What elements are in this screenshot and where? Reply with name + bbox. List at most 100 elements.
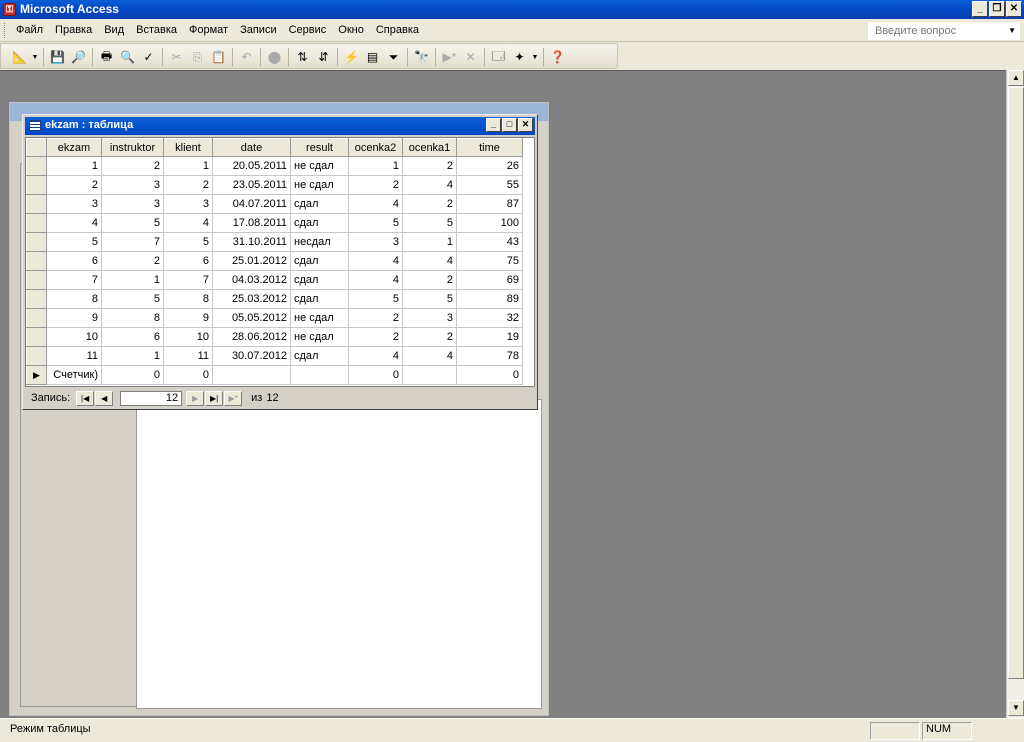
filter-by-selection-icon[interactable]: ⚡ [341,47,362,67]
table-row[interactable]: 9 8 9 05.05.2012 не сдал 2 3 32 [26,308,523,328]
find-icon[interactable]: 🔭 [411,47,432,67]
datasheet-grid[interactable]: ekzam instruktor klient date result ocen… [25,137,535,387]
cell-ekzam[interactable]: 7 [46,270,102,290]
cell-result[interactable]: не сдал [290,327,349,347]
select-all-corner[interactable] [26,138,47,157]
row-selector[interactable] [26,251,47,271]
column-header-time[interactable]: time [456,138,523,157]
cell-date[interactable]: 05.05.2012 [212,308,291,328]
column-header-instruktor[interactable]: instruktor [101,138,164,157]
new-record-nav-icon[interactable]: ▶* [224,390,243,406]
cell-ekzam[interactable]: 1 [46,156,102,176]
cell-date[interactable]: 31.10.2011 [212,232,291,252]
table-maximize-button[interactable]: □ [502,118,517,132]
new-object-dropdown-icon[interactable]: ▼ [530,47,540,67]
row-selector[interactable] [26,346,47,366]
previous-record-icon[interactable]: ◀ [95,390,114,406]
cell-klient[interactable]: 8 [163,289,213,309]
cell-klient[interactable]: 9 [163,308,213,328]
row-selector[interactable] [26,289,47,309]
row-selector[interactable] [26,175,47,195]
cell-instruktor[interactable]: 1 [101,346,164,366]
cell-result[interactable]: не сдал [290,175,349,195]
cell-instruktor[interactable]: 3 [101,175,164,195]
restore-button[interactable]: ❐ [989,1,1005,17]
cell-ocenka1[interactable]: 5 [402,213,457,233]
table-row[interactable]: 8 5 8 25.03.2012 сдал 5 5 89 [26,289,523,309]
cell-klient[interactable]: 7 [163,270,213,290]
current-record-arrow-icon[interactable]: ▶ [26,365,47,385]
cell-klient[interactable]: 5 [163,232,213,252]
cell-ocenka1[interactable]: 4 [402,175,457,195]
menu-format[interactable]: Формат [183,23,234,37]
cell-klient[interactable]: 6 [163,251,213,271]
cell-time[interactable]: 78 [456,346,523,366]
cell-time[interactable]: 89 [456,289,523,309]
cell-ocenka2[interactable]: 2 [348,175,403,195]
save-icon[interactable]: 💾 [47,47,68,67]
cell-instruktor[interactable]: 5 [101,289,164,309]
new-cell-klient[interactable]: 0 [163,365,213,385]
table-window[interactable]: ekzam : таблица _ □ ✕ ekzam instruktor k… [22,114,538,410]
cell-date[interactable]: 04.07.2011 [212,194,291,214]
new-cell-ocenka2[interactable]: 0 [348,365,403,385]
apply-filter-icon[interactable]: ⏷ [383,47,404,67]
vertical-scrollbar[interactable]: ▲ ▼ [1006,70,1024,718]
cell-result[interactable]: не сдал [290,156,349,176]
cell-instruktor[interactable]: 2 [101,156,164,176]
copy-icon[interactable]: ⎘ [187,47,208,67]
table-row[interactable]: 4 5 4 17.08.2011 сдал 5 5 100 [26,213,523,233]
print-preview-icon[interactable]: 🔍 [117,47,138,67]
column-header-date[interactable]: date [212,138,291,157]
row-selector[interactable] [26,327,47,347]
table-window-titlebar[interactable]: ekzam : таблица _ □ ✕ [25,117,535,135]
row-selector[interactable] [26,308,47,328]
cell-klient[interactable]: 2 [163,175,213,195]
cell-ekzam[interactable]: 5 [46,232,102,252]
undo-icon[interactable]: ↶ [236,47,257,67]
scroll-down-icon[interactable]: ▼ [1008,700,1024,716]
cell-klient[interactable]: 4 [163,213,213,233]
table-row[interactable]: 11 1 11 30.07.2012 сдал 4 4 78 [26,346,523,366]
cell-ocenka1[interactable]: 2 [402,327,457,347]
new-record-icon[interactable]: ▶* [439,47,460,67]
cell-result[interactable]: сдал [290,194,349,214]
cell-instruktor[interactable]: 1 [101,270,164,290]
next-record-icon[interactable]: ▶ [186,390,205,406]
cell-date[interactable]: 04.03.2012 [212,270,291,290]
cell-ekzam[interactable]: 6 [46,251,102,271]
cell-ekzam[interactable]: 10 [46,327,102,347]
table-minimize-button[interactable]: _ [486,118,501,132]
database-objects-list[interactable] [136,399,542,709]
new-cell-result[interactable] [290,365,349,385]
scroll-thumb[interactable] [1008,87,1024,679]
menu-insert[interactable]: Вставка [130,23,183,37]
cell-instruktor[interactable]: 3 [101,194,164,214]
cell-date[interactable]: 28.06.2012 [212,327,291,347]
cell-ocenka2[interactable]: 3 [348,232,403,252]
cell-ocenka2[interactable]: 4 [348,270,403,290]
cell-klient[interactable]: 1 [163,156,213,176]
cell-date[interactable]: 30.07.2012 [212,346,291,366]
row-selector[interactable] [26,270,47,290]
search-file-icon[interactable]: 🔎 [68,47,89,67]
cell-ocenka1[interactable]: 5 [402,289,457,309]
menu-help[interactable]: Справка [370,23,425,37]
row-selector[interactable] [26,194,47,214]
new-cell-ekzam[interactable]: Счетчик) [46,365,102,385]
sort-descending-icon[interactable]: ⇵ [313,47,334,67]
menu-view[interactable]: Вид [98,23,130,37]
paste-icon[interactable]: 📋 [208,47,229,67]
cell-result[interactable]: сдал [290,251,349,271]
cell-result[interactable]: сдал [290,346,349,366]
sort-ascending-icon[interactable]: ⇅ [292,47,313,67]
cell-ocenka1[interactable]: 4 [402,346,457,366]
database-window-icon[interactable]: 🗔 [488,47,509,67]
menu-grip[interactable] [4,23,7,38]
insert-object-icon[interactable]: ⬤ [264,47,285,67]
cell-date[interactable]: 23.05.2011 [212,175,291,195]
filter-by-form-icon[interactable]: ▤ [362,47,383,67]
cell-ekzam[interactable]: 9 [46,308,102,328]
cell-ekzam[interactable]: 3 [46,194,102,214]
cell-time[interactable]: 87 [456,194,523,214]
